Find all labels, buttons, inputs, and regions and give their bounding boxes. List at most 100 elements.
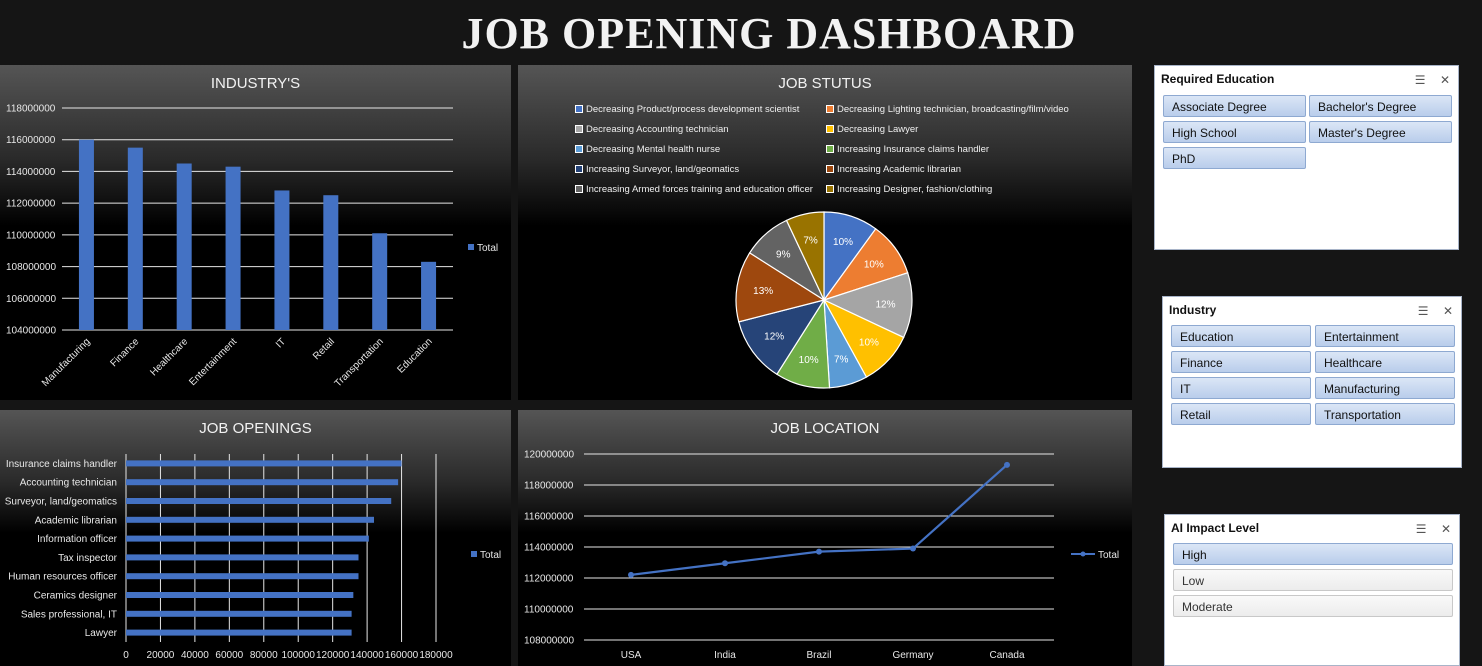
- slicer-item-manufacturing[interactable]: Manufacturing: [1315, 377, 1455, 399]
- slicer-item-transportation[interactable]: Transportation: [1315, 403, 1455, 425]
- x-tick-label: 40000: [181, 650, 209, 661]
- pie-data-label: 7%: [834, 355, 849, 366]
- x-tick-label: 60000: [215, 650, 243, 661]
- bar: [421, 261, 437, 330]
- y-tick-label: 118000000: [524, 481, 574, 492]
- data-point: [628, 571, 634, 578]
- y-tick-label: Academic librarian: [35, 515, 117, 526]
- bar: [127, 147, 143, 330]
- clear-filter-icon[interactable]: ✕: [1441, 522, 1451, 536]
- slicer-item-high-school[interactable]: High School: [1163, 121, 1306, 143]
- y-tick-label: 110000000: [6, 230, 56, 241]
- ai-impact-slicer: AI Impact Level ☰ ✕ High Low Moderate: [1164, 514, 1460, 666]
- slicer-item-healthcare[interactable]: Healthcare: [1315, 351, 1455, 373]
- x-tick-label: 140000: [350, 650, 384, 661]
- pie-data-label: 12%: [764, 332, 784, 343]
- pie-data-label: 13%: [753, 286, 773, 297]
- legend-label: Total: [477, 243, 498, 254]
- pie-data-label: 10%: [859, 338, 879, 349]
- bar: [372, 233, 388, 330]
- bar: [274, 190, 290, 330]
- ai-impact-slicer-title: AI Impact Level: [1171, 521, 1260, 535]
- y-tick-label: Lawyer: [85, 628, 118, 639]
- clear-filter-icon[interactable]: ✕: [1440, 73, 1450, 87]
- slicer-item-low[interactable]: Low: [1173, 569, 1453, 591]
- industry-slicer: Industry ☰ ✕ Education Entertainment Fin…: [1162, 296, 1462, 468]
- data-point: [816, 548, 822, 555]
- slicer-item-entertainment[interactable]: Entertainment: [1315, 325, 1455, 347]
- pie-data-label: 9%: [776, 249, 791, 260]
- pie-data-label: 12%: [875, 299, 895, 310]
- y-tick-label: 116000000: [524, 512, 574, 523]
- slicer-item-finance[interactable]: Finance: [1171, 351, 1311, 373]
- pie-data-label: 10%: [833, 237, 853, 248]
- x-tick-label: Education: [395, 336, 434, 375]
- x-tick-label: 120000: [316, 650, 350, 661]
- pie-data-label: 10%: [799, 355, 819, 366]
- x-tick-label: Entertainment: [187, 336, 239, 388]
- x-tick-label: 80000: [250, 650, 278, 661]
- slicer-item-it[interactable]: IT: [1171, 377, 1311, 399]
- bar: [78, 139, 94, 330]
- multi-select-icon[interactable]: ☰: [1415, 73, 1426, 87]
- y-tick-label: 104000000: [6, 326, 56, 337]
- data-point: [722, 560, 728, 567]
- openings-bar-chart: 0 20000 40000 60000 80000 100000 120000 140000 1…: [5, 454, 501, 661]
- y-tick-label: 108000000: [6, 262, 56, 273]
- x-tick-label: 20000: [147, 650, 175, 661]
- multi-select-icon[interactable]: ☰: [1416, 522, 1427, 536]
- x-tick-label: Manufacturing: [40, 336, 93, 389]
- x-tick-label: 160000: [385, 650, 419, 661]
- x-tick-label: Transportation: [333, 336, 386, 389]
- x-tick-label: Germany: [892, 650, 933, 661]
- y-tick-label: Human resources officer: [8, 572, 117, 583]
- slicer-item-bachelors-degree[interactable]: Bachelor's Degree: [1309, 95, 1452, 117]
- legend-marker: [1080, 551, 1086, 557]
- x-tick-label: Healthcare: [148, 336, 190, 378]
- slicer-item-moderate[interactable]: Moderate: [1173, 595, 1453, 617]
- slicer-item-high[interactable]: High: [1173, 543, 1453, 565]
- slicer-item-masters-degree[interactable]: Master's Degree: [1309, 121, 1452, 143]
- x-tick-label: 180000: [419, 650, 453, 661]
- industry-chart-panel: INDUSTRY'S 104000000 106000000 108000000 11…: [0, 65, 511, 400]
- bar: [126, 460, 402, 467]
- slicer-item-education[interactable]: Education: [1171, 325, 1311, 347]
- dashboard-title: JOB OPENING DASHBOARD: [461, 9, 1077, 58]
- bar: [126, 592, 354, 598]
- x-tick-label: 0: [123, 650, 129, 661]
- slicer-item-associate-degree[interactable]: Associate Degree: [1163, 95, 1306, 117]
- data-point: [910, 545, 916, 552]
- x-tick-label: USA: [621, 650, 642, 661]
- slicer-item-retail[interactable]: Retail: [1171, 403, 1311, 425]
- y-tick-label: 110000000: [524, 605, 574, 616]
- bar: [126, 479, 399, 486]
- industry-slicer-title: Industry: [1169, 303, 1217, 317]
- openings-chart-panel: JOB OPENINGS 0 20000 40000 60000 80000 100000…: [0, 410, 511, 666]
- legend-label: Total: [1098, 550, 1119, 561]
- multi-select-icon[interactable]: ☰: [1418, 304, 1429, 318]
- y-tick-label: Surveyor, land/geomatics: [5, 497, 117, 508]
- legend-label: Total: [480, 550, 501, 561]
- legend-swatch: [471, 551, 477, 557]
- x-tick-label: India: [714, 650, 736, 661]
- y-tick-label: Accounting technician: [20, 478, 117, 489]
- industry-bar-chart: 104000000 106000000 108000000 110000000 1120…: [6, 104, 498, 390]
- education-slicer: Required Education ☰ ✕ Associate Degree …: [1154, 65, 1459, 250]
- clear-filter-icon[interactable]: ✕: [1443, 304, 1453, 318]
- bar: [126, 498, 392, 504]
- y-tick-label: Sales professional, IT: [21, 609, 117, 620]
- x-tick-label: Canada: [989, 650, 1024, 661]
- bar: [126, 535, 369, 542]
- bar: [126, 610, 352, 617]
- y-tick-label: 106000000: [6, 294, 56, 305]
- y-tick-label: Insurance claims handler: [6, 459, 118, 470]
- location-chart-panel: JOB LOCATION 108000000 110000000 112000000…: [518, 410, 1132, 666]
- y-tick-label: 112000000: [524, 574, 574, 585]
- bar: [176, 163, 192, 330]
- y-tick-label: Tax inspector: [58, 553, 118, 564]
- slicer-item-phd[interactable]: PhD: [1163, 147, 1306, 169]
- x-tick-label: IT: [274, 336, 288, 350]
- bar: [126, 629, 352, 636]
- pie-data-label: 10%: [864, 259, 884, 270]
- status-pie-chart: 10% 10% 12% 10% 7% 10% 12% 13% 9% 7%: [735, 211, 913, 389]
